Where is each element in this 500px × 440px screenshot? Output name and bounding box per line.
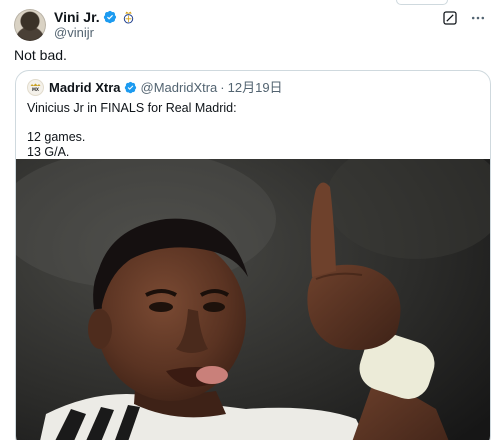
grok-icon[interactable] xyxy=(442,10,458,26)
real-madrid-crest-icon xyxy=(123,11,133,24)
player-photo-illustration xyxy=(16,159,490,440)
author-identity: Vini Jr. @vinijr xyxy=(54,9,135,41)
quoted-tweet[interactable]: MX Madrid Xtra @MadridXtra · 12月19日 Vini… xyxy=(15,70,491,440)
quoted-author-handle[interactable]: @MadridXtra xyxy=(141,80,218,96)
partial-button[interactable] xyxy=(396,0,448,5)
tweet: Vini Jr. @vinijr Not bad. MX Madrid Xtra… xyxy=(0,0,500,440)
meta-separator: · xyxy=(220,79,225,95)
quoted-tweet-header: MX Madrid Xtra @MadridXtra · 12月19日 xyxy=(27,79,283,96)
more-options-icon[interactable] xyxy=(470,10,486,26)
quoted-author-name[interactable]: Madrid Xtra xyxy=(49,80,121,96)
tweet-text: Not bad. xyxy=(14,47,67,63)
author-handle[interactable]: @vinijr xyxy=(54,25,135,41)
verified-badge-icon xyxy=(103,10,116,24)
quoted-tweet-date[interactable]: 12月19日 xyxy=(228,80,283,96)
avatar[interactable] xyxy=(14,9,46,41)
quoted-author-avatar[interactable]: MX xyxy=(27,79,44,96)
verified-badge-icon xyxy=(124,81,136,94)
madrid-xtra-logo-icon: MX xyxy=(30,83,41,92)
svg-text:MX: MX xyxy=(32,87,39,92)
quoted-tweet-photo[interactable] xyxy=(16,159,490,440)
author-name-row: Vini Jr. xyxy=(54,9,135,25)
author-display-name[interactable]: Vini Jr. xyxy=(54,9,100,25)
quoted-tweet-text: Vinicius Jr in FINALS for Real Madrid: 1… xyxy=(27,101,237,159)
header-actions xyxy=(442,10,486,26)
tweet-header: Vini Jr. @vinijr xyxy=(14,8,135,42)
